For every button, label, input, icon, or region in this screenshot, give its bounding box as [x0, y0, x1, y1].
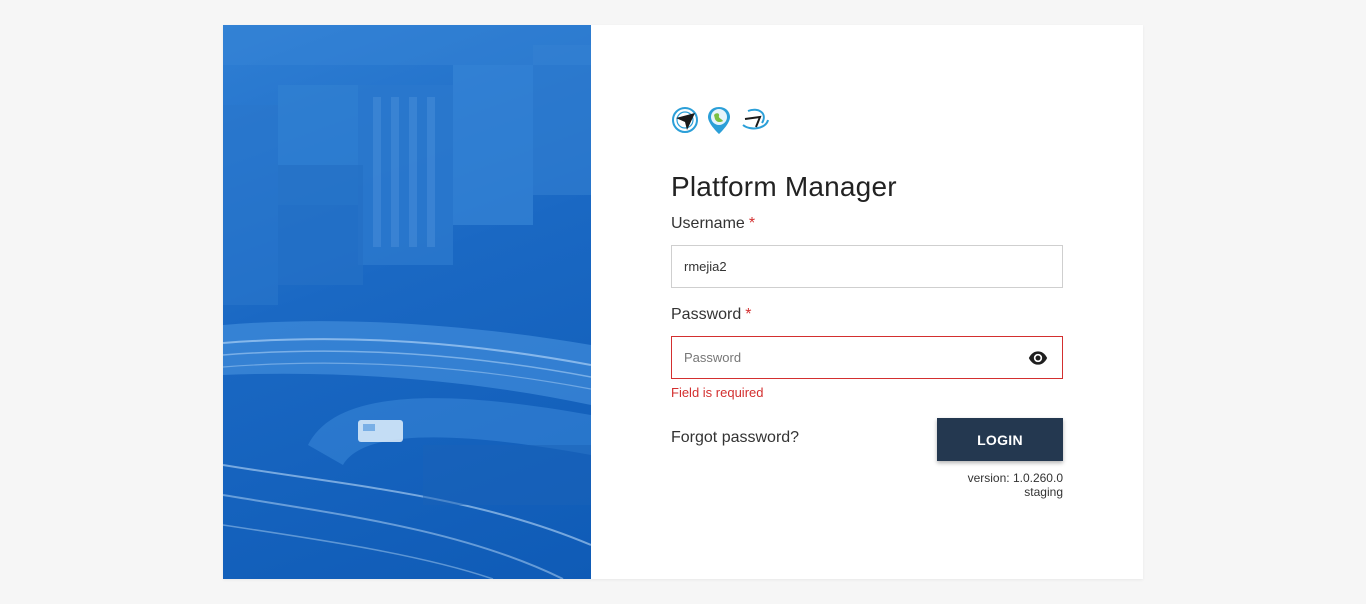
login-button[interactable]: LOGIN — [937, 418, 1063, 461]
forgot-password-link[interactable]: Forgot password? — [671, 429, 799, 447]
orbit-swirl-icon — [742, 108, 769, 130]
required-marker: * — [745, 306, 752, 323]
version-info: version: 1.0.260.0 staging — [968, 471, 1063, 499]
password-error: Field is required — [671, 385, 764, 400]
required-marker: * — [748, 215, 756, 232]
map-pin-globe-icon — [708, 107, 730, 134]
username-field[interactable] — [671, 245, 1063, 288]
password-label: Password * — [671, 306, 751, 324]
city-illustration — [223, 25, 591, 579]
hero-image — [223, 25, 591, 579]
username-label-text: Username — [671, 215, 745, 232]
password-input[interactable] — [672, 337, 1016, 378]
password-label-text: Password — [671, 306, 742, 323]
password-field[interactable] — [671, 336, 1063, 379]
logo-group — [671, 105, 771, 135]
eye-icon[interactable] — [1028, 349, 1048, 367]
paper-plane-globe-icon — [672, 107, 698, 133]
username-input[interactable] — [672, 246, 1016, 287]
environment-text: staging — [1024, 485, 1063, 499]
username-label: Username * — [671, 215, 755, 233]
page-title: Platform Manager — [671, 171, 897, 202]
version-text: version: 1.0.260.0 — [967, 471, 1063, 485]
login-card: Platform Manager Username* Password* Fie… — [223, 25, 1143, 579]
